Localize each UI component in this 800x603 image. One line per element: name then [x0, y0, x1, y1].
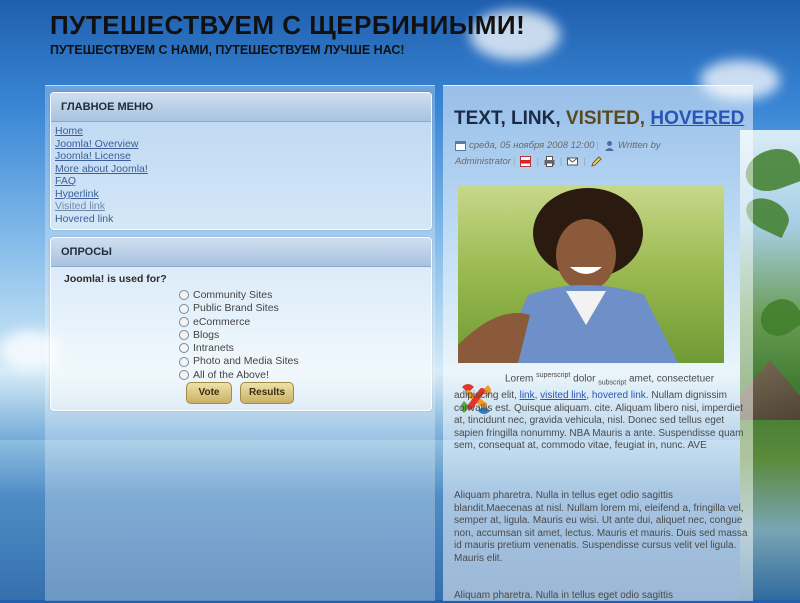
radio-button[interactable] — [179, 356, 189, 367]
article-paragraph-2: Aliquam pharetra. Nulla in tellus eget o… — [454, 490, 748, 564]
menu-item-overview[interactable]: Joomla! Overview — [55, 138, 138, 150]
poll-question: Joomla! is used for? — [64, 273, 167, 285]
email-icon[interactable] — [567, 156, 579, 167]
poll-option-label: Blogs — [193, 328, 220, 341]
radio-button[interactable] — [179, 330, 189, 341]
poll-option-label: All of the Above! — [193, 368, 269, 381]
article-title: TEXT, LINK, VISITED, HOVERED — [454, 108, 744, 130]
main-menu-list: Home Joomla! Overview Joomla! License Mo… — [51, 122, 431, 225]
title-visited[interactable]: VISITED, — [566, 108, 645, 129]
poll-option[interactable]: Intranets — [179, 342, 431, 355]
radio-button[interactable] — [179, 303, 189, 314]
site-title: ПУТЕШЕСТВУЕМ С ЩЕРБИНИЫМИ! — [50, 10, 526, 40]
menu-item-home[interactable]: Home — [55, 125, 83, 137]
article-paragraph-3: Aliquam pharetra. Nulla in tellus eget o… — [454, 590, 674, 601]
article-date: среда, 05 ноября 2008 12:00 — [469, 140, 595, 151]
poll-option-label: eCommerce — [193, 315, 251, 328]
inline-link[interactable]: link — [520, 390, 535, 401]
poll-option-label: Community Sites — [193, 289, 273, 301]
site-subtitle: ПУТЕШЕСТВУЕМ С НАМИ, ПУТЕШЕСТВУЕМ ЛУЧШЕ … — [50, 43, 405, 57]
title-text: TEXT, — [454, 108, 506, 129]
radio-button[interactable] — [179, 316, 189, 327]
results-button[interactable]: Results — [240, 382, 294, 404]
poll-option[interactable]: eCommerce — [179, 316, 431, 329]
poll-options: Community Sites Public Brand Sites eComm… — [179, 289, 431, 382]
text-lorem: Lorem — [505, 373, 534, 385]
subscript-text: subscript — [598, 379, 627, 387]
edit-icon[interactable] — [591, 156, 602, 167]
menu-item-hyperlink[interactable]: Hyperlink — [55, 188, 99, 200]
poll-option-label: Intranets — [193, 342, 234, 355]
title-hovered[interactable]: HOVERED — [650, 108, 744, 129]
poll-option-label: Photo and Media Sites — [193, 355, 299, 368]
menu-item-hovered-link[interactable]: Hovered link — [55, 213, 113, 225]
main-menu-panel: ГЛАВНОЕ МЕНЮ Home Joomla! Overview Jooml… — [50, 92, 432, 230]
poll-option[interactable]: Community Sites — [179, 289, 431, 302]
title-link[interactable]: LINK, — [511, 108, 561, 129]
article-meta: среда, 05 ноября 2008 12:00 | Written by A… — [455, 140, 661, 167]
radio-button[interactable] — [179, 370, 189, 380]
poll-option-label: Public Brand Sites — [193, 302, 279, 315]
smiling-man-photo — [458, 185, 724, 363]
menu-item-more-about[interactable]: More about Joomla! — [55, 163, 148, 175]
poll-option[interactable]: Photo and Media Sites — [179, 355, 431, 368]
menu-item-visited-link[interactable]: Visited link — [55, 200, 105, 212]
poll-option[interactable]: Blogs — [179, 329, 431, 342]
radio-button[interactable] — [179, 290, 189, 301]
pdf-icon[interactable] — [520, 155, 532, 167]
print-icon[interactable] — [544, 155, 555, 167]
author-prefix: Written by — [617, 140, 661, 151]
calendar-icon — [455, 140, 466, 151]
poll-option[interactable]: All of the Above! — [179, 369, 431, 382]
poll-option[interactable]: Public Brand Sites — [179, 302, 431, 315]
menu-item-faq[interactable]: FAQ — [55, 175, 76, 187]
text-dolor: dolor — [573, 373, 596, 385]
article-photo — [458, 185, 724, 363]
article-author: Administrator — [455, 156, 511, 167]
polls-header: ОПРОСЫ — [51, 238, 431, 267]
inline-visited-link[interactable]: visited link — [540, 390, 586, 401]
superscript-text: superscript — [536, 372, 571, 379]
menu-item-license[interactable]: Joomla! License — [55, 150, 131, 162]
article-paragraph-1: Lorem superscript dolor subscript amet, … — [454, 372, 744, 452]
radio-button[interactable] — [179, 343, 189, 354]
user-icon — [604, 140, 614, 151]
vote-button[interactable]: Vote — [186, 382, 232, 404]
main-menu-header: ГЛАВНОЕ МЕНЮ — [51, 93, 431, 122]
inline-hovered-link[interactable]: hovered link — [592, 390, 646, 401]
